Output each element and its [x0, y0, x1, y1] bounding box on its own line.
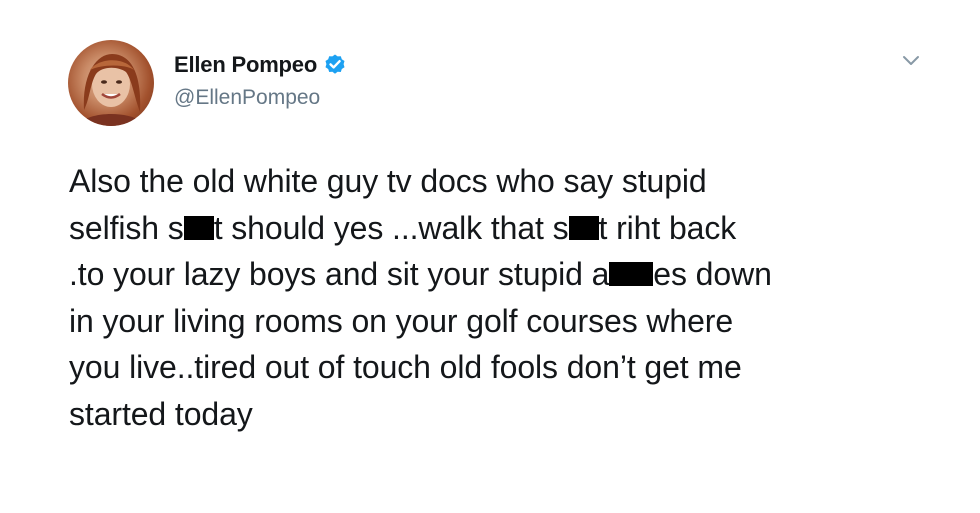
tweet-line-3: .to your lazy boys and sit your stupid a…: [69, 251, 949, 298]
user-info: Ellen Pompeo @EllenPompeo: [174, 50, 347, 110]
tweet-text-segment: you live..tired out of touch old fools d…: [69, 349, 742, 385]
tweet-text-segment: es down: [653, 256, 772, 292]
tweet-text: Also the old white guy tv docs who say s…: [69, 158, 949, 437]
tweet-line-1: Also the old white guy tv docs who say s…: [69, 158, 949, 205]
tweet-text-segment: t should yes ...walk that s: [213, 209, 569, 246]
tweet-line-5: you live..tired out of touch old fools d…: [69, 344, 949, 391]
redaction-box: [183, 215, 214, 240]
display-name-row: Ellen Pompeo: [174, 50, 347, 80]
profile-photo: [78, 54, 146, 126]
verified-badge-icon: [323, 53, 347, 77]
tweet-text-segment: selfish s: [69, 209, 184, 246]
avatar[interactable]: [68, 40, 154, 126]
chevron-down-icon[interactable]: [900, 50, 922, 72]
tweet-text-segment: t riht back: [598, 209, 737, 246]
tweet-line-4: in your living rooms on your golf course…: [69, 298, 949, 345]
redaction-box: [568, 215, 599, 240]
tweet-card: Ellen Pompeo @EllenPompeo Also the old w…: [0, 0, 980, 513]
redaction-box: [609, 262, 654, 286]
tweet-text-segment: in your living rooms on your golf course…: [69, 302, 734, 339]
tweet-text-segment: .to your lazy boys and sit your stupid a: [69, 256, 610, 292]
display-name[interactable]: Ellen Pompeo: [174, 52, 317, 78]
tweet-text-segment: started today: [69, 395, 253, 432]
user-handle[interactable]: @EllenPompeo: [174, 86, 347, 110]
tweet-line-2: selfish s t should yes ...walk that s t ri…: [69, 205, 949, 252]
tweet-text-segment: Also the old white guy tv docs who say s…: [69, 163, 707, 199]
tweet-line-6: started today: [69, 391, 949, 438]
